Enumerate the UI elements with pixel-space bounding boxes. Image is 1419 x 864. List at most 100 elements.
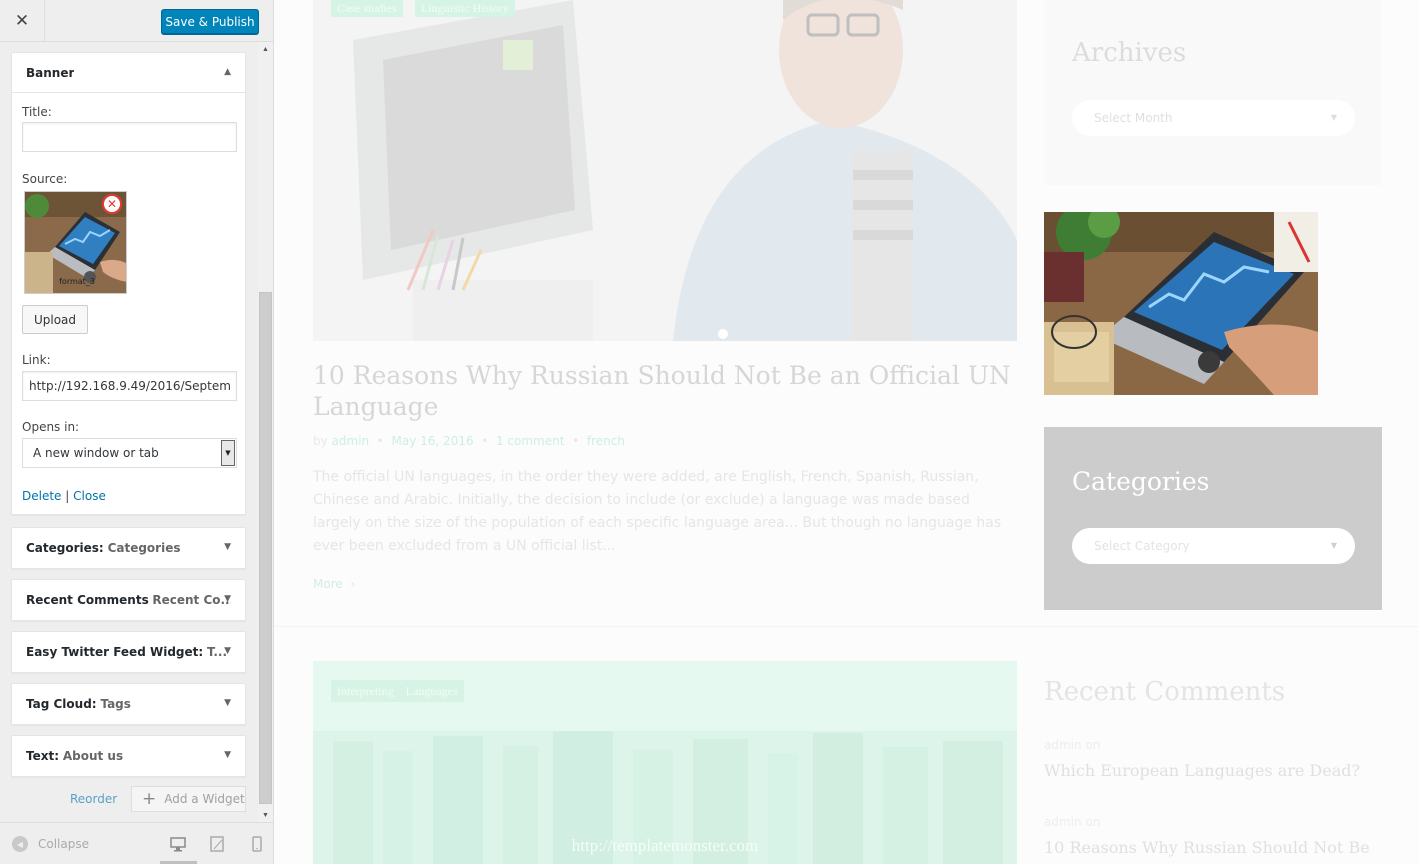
close-customizer-button[interactable]: ✕ [0,0,45,42]
post-featured-image[interactable]: Case studies Linguistic History [313,0,1017,341]
post-category-tags: Interpreting Languages [331,680,464,702]
categories-select[interactable]: Select Category ▼ [1072,528,1355,564]
collapse-arrow-icon: ◀ [12,836,28,852]
collapse-button[interactable]: ◀ Collapse [12,836,89,852]
expand-arrow-icon[interactable]: ▼ [224,542,231,552]
image-caption: format_3 [59,277,95,286]
by-label: by [313,434,328,448]
delete-link[interactable]: Delete [22,489,61,503]
archives-select[interactable]: Select Month ▼ [1072,100,1355,136]
panel-scrollbar[interactable]: ▲ ▼ [258,42,273,822]
post-category-tag[interactable]: Interpreting [337,684,394,699]
on-label: on [1085,738,1101,752]
post-comments-link[interactable]: 1 comment [496,434,564,448]
widget-categories[interactable]: Categories: Categories ▼ [11,527,246,569]
opens-in-select[interactable]: A new window or tab ▼ [22,438,237,468]
scrollbar-thumb[interactable] [259,292,272,804]
archives-widget: Archives Select Month ▼ [1044,0,1382,185]
remove-image-icon[interactable]: ✕ [102,194,122,214]
dropdown-arrow-icon[interactable]: ▼ [221,440,235,466]
desk-laptop-image [1044,212,1318,395]
post-featured-image[interactable]: Interpreting Languages http://templatemo… [313,661,1017,864]
arrow-right-icon: › [346,577,356,591]
close-link[interactable]: Close [73,489,106,503]
link-label: Link: [22,353,51,367]
more-label: More [313,577,343,591]
site-preview: Case studies Linguistic History 10 Reaso… [274,0,1419,864]
link-input[interactable] [22,371,237,401]
post-meta: by admin • May 16, 2016 • 1 comment • fr… [313,434,625,448]
customizer-panel: ✕ Save & Publish Banner ▲ Title: Source: [0,0,274,864]
add-widget-button[interactable]: + Add a Widget [131,786,246,812]
meta-separator-icon: • [372,434,388,448]
post-category-tag[interactable]: Languages [406,684,458,699]
widget-subtitle: Tags [100,697,131,711]
archives-select-value: Select Month [1094,111,1173,125]
customizer-footer: ◀ Collapse [0,822,273,864]
comment-post-link[interactable]: 10 Reasons Why Russian Should Not Be an … [1044,835,1382,864]
recent-comments-title: Recent Comments [1044,677,1286,707]
tablet-preview-icon[interactable] [208,835,226,853]
widget-title: Banner [26,65,75,80]
comment-meta: admin on [1044,738,1100,752]
widget-subtitle: About us [62,749,124,763]
post-category-tag[interactable]: Linguistic History [415,0,515,17]
source-label: Source: [22,172,68,186]
widget-recent-comments[interactable]: Recent Comments: Recent Co... ▼ [11,579,246,621]
widget-text[interactable]: Text: About us ▼ [11,735,246,777]
chevron-down-icon: ▼ [1330,541,1337,550]
widget-twitter-feed[interactable]: Easy Twitter Feed Widget: T... ▼ [11,631,246,673]
widget-header[interactable]: Tag Cloud: Tags ▼ [12,684,245,724]
widget-title: Tag Cloud: [26,697,97,711]
widget-title: Recent Comments: [26,593,149,607]
widget-header[interactable]: Recent Comments: Recent Co... ▼ [12,580,245,620]
upload-button[interactable]: Upload [22,305,88,334]
collapse-arrow-icon[interactable]: ▲ [224,67,231,77]
post-author-link[interactable]: admin [332,434,370,448]
expand-arrow-icon[interactable]: ▼ [224,594,231,604]
comment-author[interactable]: admin [1044,815,1082,829]
desktop-preview-icon[interactable] [169,835,187,853]
widget-header[interactable]: Text: About us ▼ [12,736,245,776]
post-category-tag[interactable]: Case studies [331,0,403,17]
read-more-link[interactable]: More › [313,577,355,591]
title-input[interactable] [22,122,237,152]
add-widget-label: Add a Widget [164,792,245,806]
chevron-down-icon: ▼ [1330,113,1337,122]
collapse-label: Collapse [38,837,89,851]
expand-arrow-icon[interactable]: ▼ [224,750,231,760]
post-excerpt: The official UN languages, in the order … [313,469,1002,554]
customizer-header: ✕ Save & Publish [0,0,273,42]
banner-widget: Banner ▲ Title: Source: format_3 ✕ Uploa… [11,52,246,515]
post-tag-link[interactable]: french [587,434,625,448]
expand-arrow-icon[interactable]: ▼ [224,698,231,708]
widget-subtitle: Categories [107,541,181,555]
expand-arrow-icon[interactable]: ▼ [224,646,231,656]
widget-actions: Delete | Close [22,489,106,503]
meta-separator-icon: • [477,434,493,448]
man-at-computer-image [313,0,1017,341]
comment-author[interactable]: admin [1044,738,1082,752]
widget-header[interactable]: Easy Twitter Feed Widget: T... ▼ [12,632,245,672]
comment-meta: admin on [1044,815,1100,829]
widget-title: Text: [26,749,60,763]
title-label: Title: [22,105,52,119]
save-publish-button[interactable]: Save & Publish [161,9,259,34]
categories-title: Categories [1072,467,1210,496]
widget-subtitle: Recent Co... [152,593,231,607]
scroll-up-arrow-icon[interactable]: ▲ [258,42,273,56]
categories-select-value: Select Category [1094,539,1190,553]
mobile-preview-icon[interactable] [248,835,266,853]
post-title[interactable]: 10 Reasons Why Russian Should Not Be an … [313,360,1017,422]
post-date-link[interactable]: May 16, 2016 [392,434,474,448]
archives-title: Archives [1072,38,1187,68]
reorder-link[interactable]: Reorder [70,792,117,806]
widget-header[interactable]: Categories: Categories ▼ [12,528,245,568]
comment-post-link[interactable]: Which European Languages are Dead? [1044,758,1382,784]
widget-tag-cloud[interactable]: Tag Cloud: Tags ▼ [11,683,246,725]
banner-widget-image[interactable] [1044,212,1318,395]
on-label: on [1085,815,1101,829]
scroll-down-arrow-icon[interactable]: ▼ [258,808,273,822]
meta-separator-icon: • [568,434,583,448]
banner-widget-header[interactable]: Banner ▲ [12,53,245,93]
